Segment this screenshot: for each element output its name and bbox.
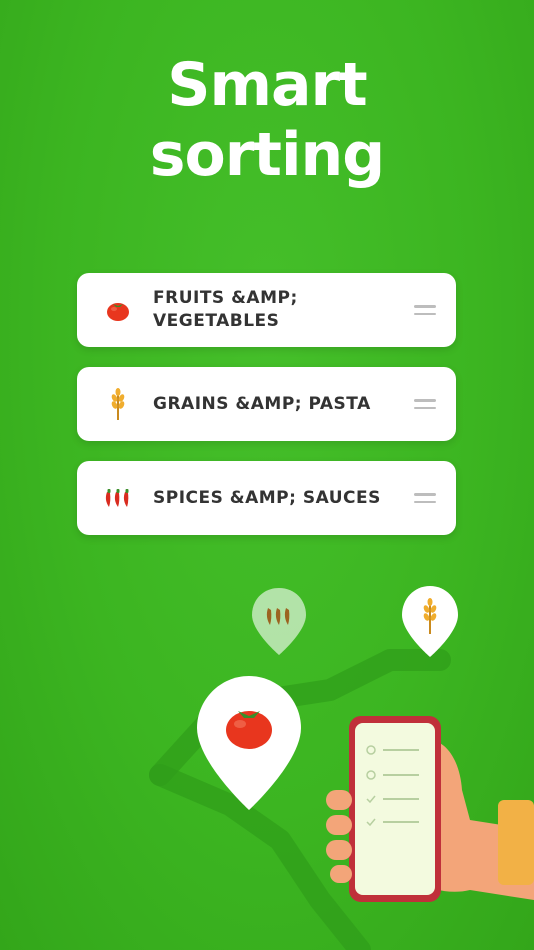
- category-card-fruits-vegetables[interactable]: FRUITS &AMP; VEGETABLES: [77, 273, 456, 347]
- wheat-map-pin: [402, 586, 458, 657]
- hand-holding-phone: [326, 716, 534, 902]
- tomato-icon: [99, 291, 137, 329]
- sorting-illustration: [149, 586, 534, 950]
- category-label: FRUITS &AMP; VEGETABLES: [153, 288, 298, 331]
- category-card-spices-sauces[interactable]: SPICES &AMP; SAUCES: [77, 461, 456, 535]
- category-label: GRAINS &AMP; PASTA: [153, 393, 371, 414]
- headline-line-1: Smart: [167, 50, 368, 120]
- drag-handle-icon[interactable]: [414, 399, 436, 409]
- category-card-grains-pasta[interactable]: GRAINS &AMP; PASTA: [77, 367, 456, 441]
- category-label: SPICES &AMP; SAUCES: [153, 487, 381, 508]
- drag-handle-icon[interactable]: [414, 493, 436, 503]
- headline: Smart sorting: [0, 50, 534, 190]
- headline-line-2: sorting: [149, 120, 385, 190]
- chili-peppers-icon: [99, 479, 137, 517]
- drag-handle-icon[interactable]: [414, 305, 436, 315]
- wheat-icon: [99, 385, 137, 423]
- spice-map-pin: [252, 588, 306, 655]
- app-screen: Smart sorting FRUITS &AMP; VEGETABLES GR…: [0, 0, 534, 950]
